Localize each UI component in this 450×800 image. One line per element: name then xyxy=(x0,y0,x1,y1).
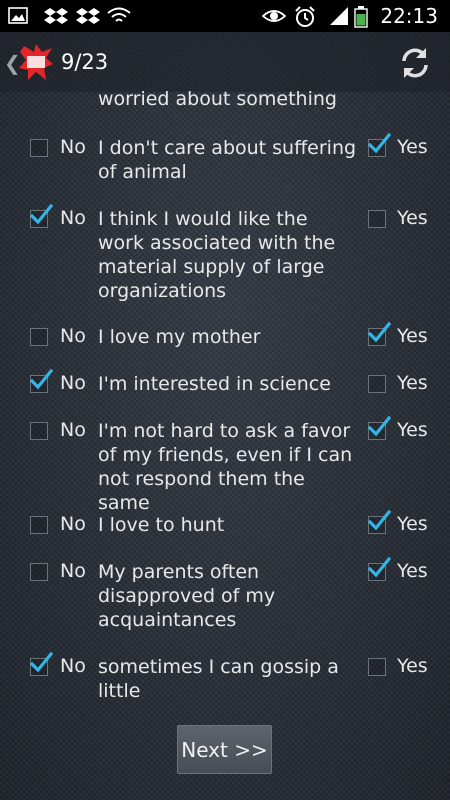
no-label[interactable]: No xyxy=(60,325,86,347)
wifi-icon xyxy=(107,7,131,22)
no-label[interactable]: No xyxy=(60,655,86,677)
no-checkbox[interactable] xyxy=(29,368,53,393)
alarm-icon xyxy=(295,6,315,27)
yes-checkbox[interactable] xyxy=(367,509,391,534)
yes-checkbox[interactable] xyxy=(367,132,391,157)
status-bar: 22:13 xyxy=(0,0,450,32)
no-label[interactable]: No xyxy=(60,419,86,441)
question-text: I'm not hard to ask a favor of my friend… xyxy=(98,420,353,514)
question-counter: 9/23 xyxy=(61,50,109,74)
dropbox-icon xyxy=(76,8,100,24)
no-checkbox[interactable] xyxy=(30,516,48,534)
question-text: I love my mother xyxy=(98,326,261,348)
yes-checkbox[interactable] xyxy=(367,321,391,346)
yes-label[interactable]: Yes xyxy=(397,207,428,229)
yes-label[interactable]: Yes xyxy=(397,419,428,441)
eye-icon xyxy=(262,10,286,22)
yes-label[interactable]: Yes xyxy=(397,513,428,535)
app-logo-icon[interactable] xyxy=(18,42,54,82)
question-fragment: worried about something xyxy=(98,88,337,110)
yes-checkbox[interactable] xyxy=(367,556,391,581)
no-checkbox[interactable] xyxy=(29,203,53,228)
no-label[interactable]: No xyxy=(60,560,86,582)
no-checkbox[interactable] xyxy=(30,139,48,157)
yes-label[interactable]: Yes xyxy=(397,136,428,158)
question-text: I'm interested in science xyxy=(98,373,331,395)
yes-label[interactable]: Yes xyxy=(397,560,428,582)
question-text: I love to hunt xyxy=(98,514,225,536)
question-text: I don't care about suffering of animal xyxy=(98,137,357,183)
clock: 22:13 xyxy=(380,4,438,28)
no-checkbox[interactable] xyxy=(29,651,53,676)
yes-checkbox[interactable] xyxy=(368,375,386,393)
no-label[interactable]: No xyxy=(60,372,86,394)
next-button[interactable]: Next >> xyxy=(177,725,272,774)
no-checkbox[interactable] xyxy=(30,422,48,440)
question-list[interactable]: worried about something No I don't care a… xyxy=(0,80,450,800)
no-checkbox[interactable] xyxy=(30,563,48,581)
yes-checkbox[interactable] xyxy=(367,415,391,440)
yes-label[interactable]: Yes xyxy=(397,655,428,677)
image-icon xyxy=(8,7,28,24)
no-label[interactable]: No xyxy=(60,207,86,229)
yes-checkbox[interactable] xyxy=(368,658,386,676)
question-text: My parents often disapproved of my acqua… xyxy=(98,561,276,631)
no-label[interactable]: No xyxy=(60,136,86,158)
yes-checkbox[interactable] xyxy=(368,210,386,228)
no-label[interactable]: No xyxy=(60,513,86,535)
question-text: I think I would like the work associated… xyxy=(98,208,336,302)
signal-icon xyxy=(330,7,348,25)
refresh-icon[interactable] xyxy=(398,46,432,80)
dropbox-icon xyxy=(44,8,68,24)
yes-label[interactable]: Yes xyxy=(397,325,428,347)
question-text: sometimes I can gossip a little xyxy=(98,656,339,702)
yes-label[interactable]: Yes xyxy=(397,372,428,394)
battery-icon xyxy=(354,6,368,28)
no-checkbox[interactable] xyxy=(30,328,48,346)
